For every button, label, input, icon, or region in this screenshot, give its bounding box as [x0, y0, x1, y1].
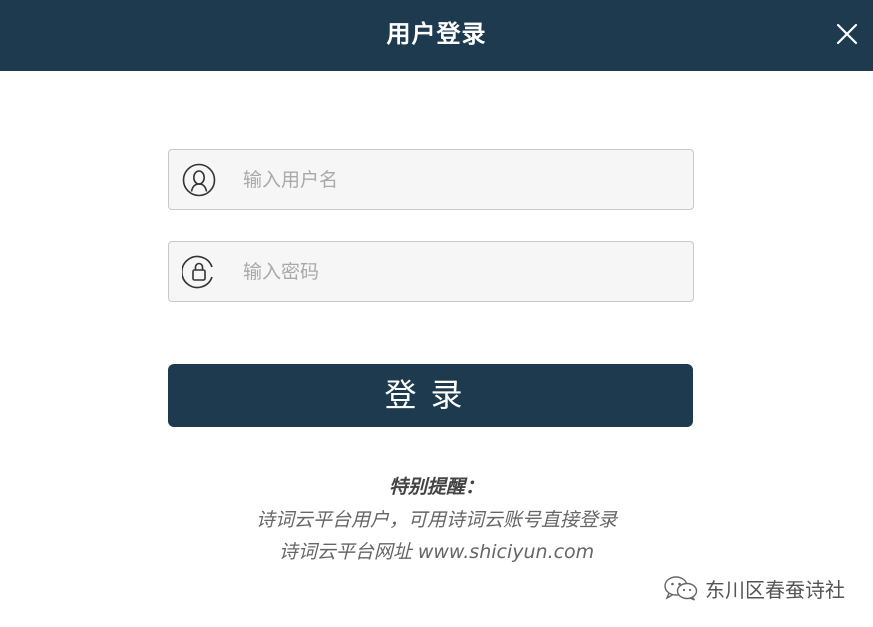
- password-field[interactable]: [168, 241, 694, 302]
- login-button[interactable]: 登录: [168, 364, 693, 427]
- reminder-title: 特别提醒：: [388, 476, 484, 498]
- reminder-line-2: 诗词云平台网址 www.shiciyun.com: [278, 541, 595, 563]
- username-input[interactable]: [243, 150, 673, 209]
- lock-icon: [182, 255, 213, 289]
- watermark-text: 东川区春蚕诗社: [705, 577, 845, 602]
- close-icon[interactable]: [835, 22, 859, 46]
- user-icon: [182, 163, 216, 197]
- password-input[interactable]: [243, 242, 673, 301]
- watermark: 东川区春蚕诗社: [663, 573, 845, 603]
- username-field[interactable]: [168, 149, 694, 210]
- wechat-icon: [664, 576, 698, 601]
- dialog-header: 用户登录: [0, 0, 873, 71]
- reminder-line-1: 诗词云平台用户，可用诗词云账号直接登录: [255, 509, 617, 531]
- dialog-title: 用户登录: [386, 20, 487, 48]
